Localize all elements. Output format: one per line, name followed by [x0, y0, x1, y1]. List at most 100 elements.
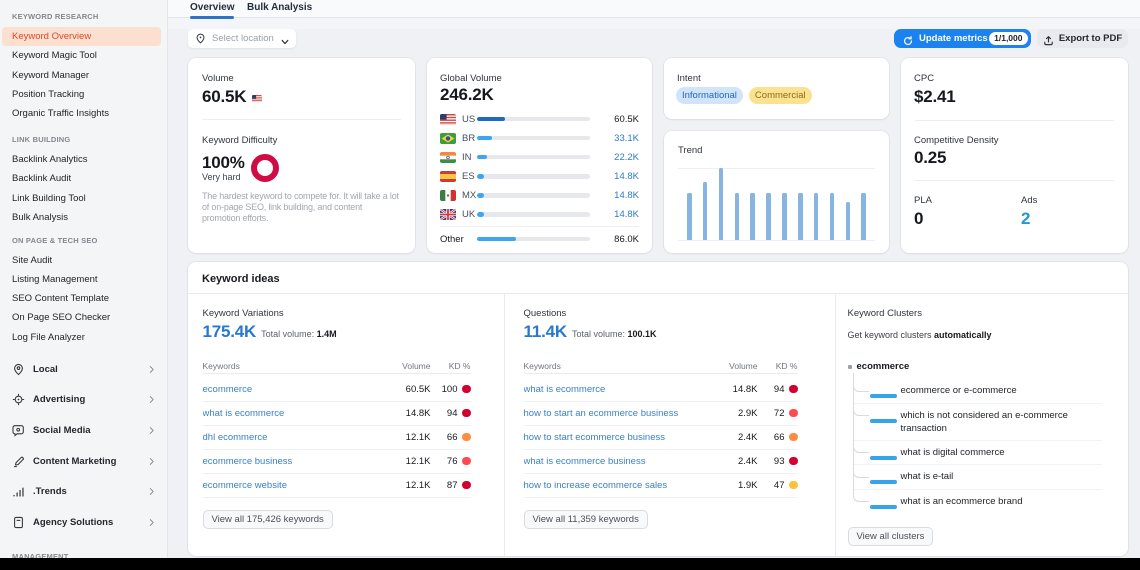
cluster-keyword[interactable]: which is not considered an e-commerce tr… [901, 409, 1087, 436]
cluster-keyword[interactable]: what is digital commerce [901, 446, 1005, 460]
country-volume-value[interactable]: 14.8K [597, 190, 639, 201]
volume-bar-fill [477, 117, 505, 122]
keyword-link[interactable]: dhl ecommerce [203, 432, 371, 443]
tab[interactable]: Bulk Analysis [247, 0, 312, 17]
chevron-right-icon [147, 457, 156, 466]
keyword-link[interactable]: what is ecommerce [524, 384, 698, 395]
questions-count[interactable]: 11.4K [524, 321, 567, 343]
keyword-difficulty-label: Keyword Difficulty [202, 134, 277, 147]
kd-dot [789, 433, 798, 442]
country-flag-icon [440, 190, 456, 201]
sidebar-item[interactable]: Keyword Manager [2, 66, 161, 85]
keyword-link[interactable]: ecommerce [203, 384, 371, 395]
country-flag-icon [440, 171, 456, 182]
trend-label: Trend [678, 144, 702, 157]
sidebar-item[interactable]: On Page SEO Checker [2, 308, 161, 327]
sidebar-tool-item[interactable]: Content Marketing [0, 446, 167, 477]
export-to-pdf-button[interactable]: Export to PDF [1037, 29, 1128, 48]
keyword-link[interactable]: how to start an ecommerce business [524, 408, 698, 419]
sidebar-item[interactable]: Organic Traffic Insights [2, 104, 161, 123]
sidebar-item[interactable]: Backlink Audit [2, 169, 161, 188]
country-volume-value[interactable]: 60.5K [597, 114, 639, 125]
sidebar-tool-icon [12, 516, 25, 529]
volume-bar-track [477, 155, 590, 160]
sidebar-item[interactable]: Listing Management [2, 270, 161, 289]
country-volume-value[interactable]: 14.8K [597, 171, 639, 182]
view-all-variations-button[interactable]: View all 175,426 keywords [203, 510, 333, 529]
keyword-link[interactable]: what is ecommerce [203, 408, 371, 419]
sidebar-item[interactable]: Log File Analyzer [2, 328, 161, 347]
chevron-right-icon [147, 395, 156, 404]
kd-cell: 47 [758, 480, 798, 491]
volume-bar-track [477, 117, 590, 122]
keyword-link[interactable]: what is ecommerce business [524, 456, 698, 467]
sidebar: KEYWORD RESEARCH Keyword Overview Keywor… [0, 0, 168, 558]
sidebar-item[interactable]: Keyword Magic Tool [2, 46, 161, 65]
keyword-link[interactable]: ecommerce website [203, 480, 371, 491]
competitive-density-label: Competitive Density [914, 134, 998, 147]
volume-bar-track [477, 212, 590, 217]
table-row: ecommerce 60.5K 100 [203, 378, 471, 402]
sidebar-tool-item[interactable]: Advertising [0, 385, 167, 416]
sidebar-tool-item[interactable]: .Trends [0, 476, 167, 507]
update-metrics-button[interactable]: Update metrics 1/1,000 [894, 29, 1031, 48]
sidebar-item[interactable]: Link Building Tool [2, 189, 161, 208]
cluster-keyword[interactable]: what is e-tail [901, 470, 954, 484]
intent-badge[interactable]: Commercial [749, 87, 812, 104]
questions-column: Questions 11.4K Total volume: 100.1K Key… [504, 294, 835, 556]
table-row: how to increase ecommerce sales 1.9K 47 [524, 474, 798, 498]
country-volume-value[interactable]: 14.8K [597, 209, 639, 220]
country-volume-value[interactable]: 33.1K [597, 133, 639, 144]
global-volume-value: 246.2K [440, 84, 494, 106]
sidebar-tool-item[interactable]: Agency Solutions [0, 507, 167, 538]
country-volume-row: IN 22.2K [440, 148, 639, 167]
update-quota-badge: 1/1,000 [989, 32, 1027, 45]
volume-difficulty-card: Volume 60.5K Keyword Difficulty 100% Ver… [188, 58, 415, 253]
view-all-clusters-button[interactable]: View all clusters [848, 527, 934, 546]
table-row: how to start ecommerce business 2.4K 66 [524, 426, 798, 450]
volume-bar-track [477, 174, 590, 179]
cluster-bar [870, 480, 897, 484]
keyword-link[interactable]: how to increase ecommerce sales [524, 480, 698, 491]
view-all-questions-button[interactable]: View all 11,359 keywords [524, 510, 648, 529]
us-flag-icon [252, 95, 262, 102]
sidebar-item[interactable]: Keyword Overview [2, 27, 161, 46]
cluster-item: what is e-tail [853, 465, 1102, 490]
sidebar-item[interactable]: Position Tracking [2, 85, 161, 104]
kd-cell: 94 [758, 384, 798, 395]
trend-bar [861, 193, 866, 240]
trend-bar [687, 193, 692, 240]
country-volume-row: MX 14.8K [440, 186, 639, 205]
keyword-variations-count[interactable]: 175.4K [203, 321, 257, 343]
volume-bar-fill [477, 136, 492, 141]
sidebar-item[interactable]: Backlink Analytics [2, 150, 161, 169]
sidebar-tool-item[interactable]: Social Media [0, 415, 167, 446]
other-volume-value: 86.0K [597, 234, 639, 245]
trend-bar [830, 193, 835, 240]
metric-cards-row: Volume 60.5K Keyword Difficulty 100% Ver… [188, 58, 1128, 253]
volume-bar-fill [477, 174, 484, 179]
sidebar-tool-icon [12, 424, 25, 437]
sidebar-item[interactable]: Bulk Analysis [2, 208, 161, 227]
cluster-keyword[interactable]: what is an ecommerce brand [901, 495, 1023, 509]
sidebar-tool-item[interactable]: Local [0, 354, 167, 385]
volume-bar-fill [477, 212, 484, 217]
keyword-link[interactable]: how to start ecommerce business [524, 432, 698, 443]
sidebar-item[interactable]: SEO Content Template [2, 289, 161, 308]
keyword-link[interactable]: ecommerce business [203, 456, 371, 467]
cluster-item: what is an ecommerce brand [853, 490, 1102, 515]
keyword-variations-label: Keyword Variations [203, 308, 471, 319]
cluster-bar [870, 419, 897, 423]
country-volume-value[interactable]: 22.2K [597, 152, 639, 163]
kd-cell: 100 [431, 384, 471, 395]
trend-card: Trend [664, 131, 889, 253]
cluster-keyword[interactable]: ecommerce or e-commerce [901, 384, 1017, 398]
intent-badge[interactable]: Informational [676, 87, 743, 104]
sidebar-item[interactable]: Site Audit [2, 251, 161, 270]
table-header: Keywords Volume KD % [524, 358, 798, 374]
select-location-dropdown[interactable]: Select location [188, 29, 296, 48]
tab[interactable]: Overview [190, 0, 234, 17]
location-pin-icon [195, 33, 206, 44]
keyword-variations-column: Keyword Variations 175.4K Total volume: … [188, 294, 504, 556]
cluster-bar [870, 456, 897, 460]
